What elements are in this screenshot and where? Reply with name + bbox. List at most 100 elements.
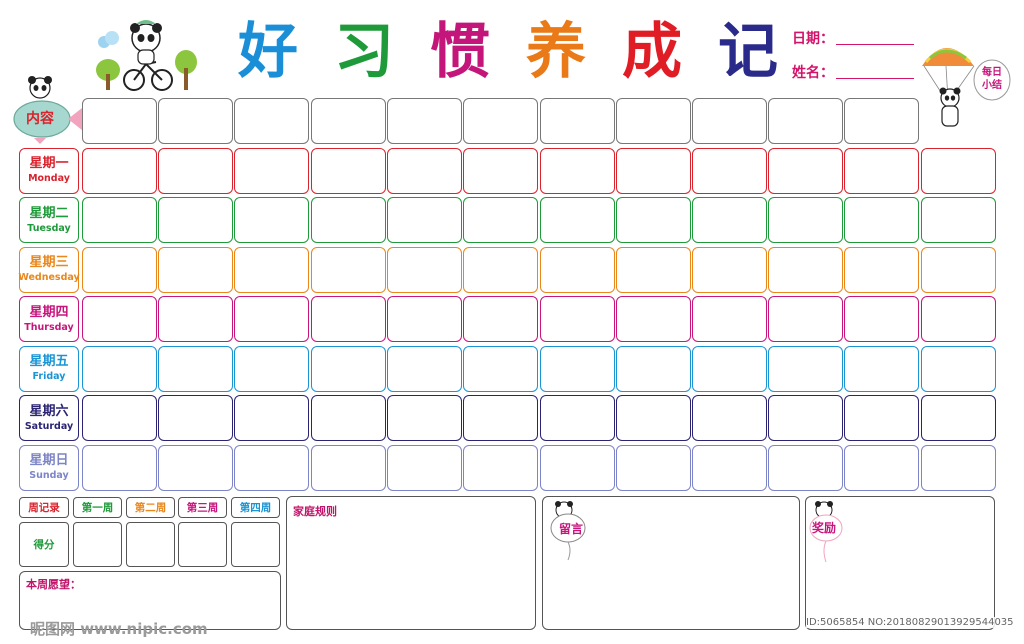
habit-cell[interactable]	[844, 444, 919, 491]
content-cell[interactable]	[616, 98, 691, 144]
habit-cell[interactable]	[844, 395, 919, 441]
content-cell[interactable]	[158, 98, 233, 144]
habit-cell[interactable]	[616, 345, 691, 392]
habit-cell[interactable]	[921, 197, 996, 243]
habit-cell[interactable]	[768, 296, 843, 342]
habit-cell[interactable]	[387, 296, 462, 342]
habit-cell[interactable]	[387, 197, 462, 243]
habit-cell[interactable]	[540, 444, 615, 491]
habit-cell[interactable]	[234, 197, 309, 243]
habit-cell[interactable]	[692, 395, 767, 441]
content-cell[interactable]	[768, 98, 843, 144]
habit-cell[interactable]	[82, 246, 157, 293]
habit-cell[interactable]	[463, 444, 538, 491]
habit-cell[interactable]	[921, 345, 996, 392]
habit-cell[interactable]	[311, 147, 386, 194]
habit-cell[interactable]	[921, 444, 996, 491]
habit-cell[interactable]	[311, 444, 386, 491]
score-cell[interactable]	[231, 522, 280, 567]
habit-cell[interactable]	[921, 246, 996, 293]
habit-cell[interactable]	[463, 345, 538, 392]
habit-cell[interactable]	[921, 395, 996, 441]
habit-cell[interactable]	[158, 246, 233, 293]
habit-cell[interactable]	[616, 147, 691, 194]
score-cell[interactable]	[126, 522, 175, 567]
habit-cell[interactable]	[158, 345, 233, 392]
habit-cell[interactable]	[234, 147, 309, 194]
habit-cell[interactable]	[616, 197, 691, 243]
habit-cell[interactable]	[540, 197, 615, 243]
habit-cell[interactable]	[234, 345, 309, 392]
habit-cell[interactable]	[692, 296, 767, 342]
habit-cell[interactable]	[692, 147, 767, 194]
habit-cell[interactable]	[692, 197, 767, 243]
habit-cell[interactable]	[387, 147, 462, 194]
habit-cell[interactable]	[234, 395, 309, 441]
habit-cell[interactable]	[844, 147, 919, 194]
habit-cell[interactable]	[540, 147, 615, 194]
content-cell[interactable]	[540, 98, 615, 144]
habit-cell[interactable]	[387, 444, 462, 491]
content-cell[interactable]	[844, 98, 919, 144]
date-field[interactable]	[836, 44, 914, 45]
habit-cell[interactable]	[921, 296, 996, 342]
habit-cell[interactable]	[768, 147, 843, 194]
name-field[interactable]	[836, 78, 914, 79]
habit-cell[interactable]	[768, 246, 843, 293]
habit-cell[interactable]	[540, 246, 615, 293]
habit-cell[interactable]	[311, 395, 386, 441]
habit-cell[interactable]	[387, 345, 462, 392]
habit-cell[interactable]	[463, 197, 538, 243]
score-cell[interactable]	[73, 522, 122, 567]
habit-cell[interactable]	[158, 147, 233, 194]
habit-cell[interactable]	[387, 395, 462, 441]
content-cell[interactable]	[387, 98, 462, 144]
habit-cell[interactable]	[540, 345, 615, 392]
habit-cell[interactable]	[692, 345, 767, 392]
habit-cell[interactable]	[82, 147, 157, 194]
habit-cell[interactable]	[616, 444, 691, 491]
habit-cell[interactable]	[844, 246, 919, 293]
habit-cell[interactable]	[844, 197, 919, 243]
habit-cell[interactable]	[692, 246, 767, 293]
habit-cell[interactable]	[311, 345, 386, 392]
habit-cell[interactable]	[540, 395, 615, 441]
score-cell[interactable]	[178, 522, 227, 567]
habit-cell[interactable]	[768, 395, 843, 441]
habit-cell[interactable]	[692, 444, 767, 491]
habit-cell[interactable]	[844, 296, 919, 342]
habit-cell[interactable]	[158, 444, 233, 491]
habit-cell[interactable]	[844, 345, 919, 392]
habit-cell[interactable]	[768, 345, 843, 392]
habit-cell[interactable]	[616, 296, 691, 342]
habit-cell[interactable]	[616, 246, 691, 293]
habit-cell[interactable]	[158, 197, 233, 243]
habit-cell[interactable]	[234, 296, 309, 342]
content-cell[interactable]	[311, 98, 386, 144]
habit-cell[interactable]	[158, 296, 233, 342]
habit-cell[interactable]	[82, 296, 157, 342]
habit-cell[interactable]	[463, 395, 538, 441]
habit-cell[interactable]	[768, 197, 843, 243]
habit-cell[interactable]	[158, 395, 233, 441]
habit-cell[interactable]	[540, 296, 615, 342]
habit-cell[interactable]	[463, 296, 538, 342]
content-cell[interactable]	[463, 98, 538, 144]
habit-cell[interactable]	[616, 395, 691, 441]
habit-cell[interactable]	[82, 395, 157, 441]
content-cell[interactable]	[234, 98, 309, 144]
habit-cell[interactable]	[311, 246, 386, 293]
content-cell[interactable]	[692, 98, 767, 144]
content-cell[interactable]	[82, 98, 157, 144]
habit-cell[interactable]	[463, 246, 538, 293]
habit-cell[interactable]	[311, 197, 386, 243]
habit-cell[interactable]	[234, 246, 309, 293]
habit-cell[interactable]	[82, 444, 157, 491]
habit-cell[interactable]	[768, 444, 843, 491]
habit-cell[interactable]	[463, 147, 538, 194]
habit-cell[interactable]	[921, 147, 996, 194]
habit-cell[interactable]	[311, 296, 386, 342]
habit-cell[interactable]	[82, 345, 157, 392]
habit-cell[interactable]	[82, 197, 157, 243]
habit-cell[interactable]	[234, 444, 309, 491]
